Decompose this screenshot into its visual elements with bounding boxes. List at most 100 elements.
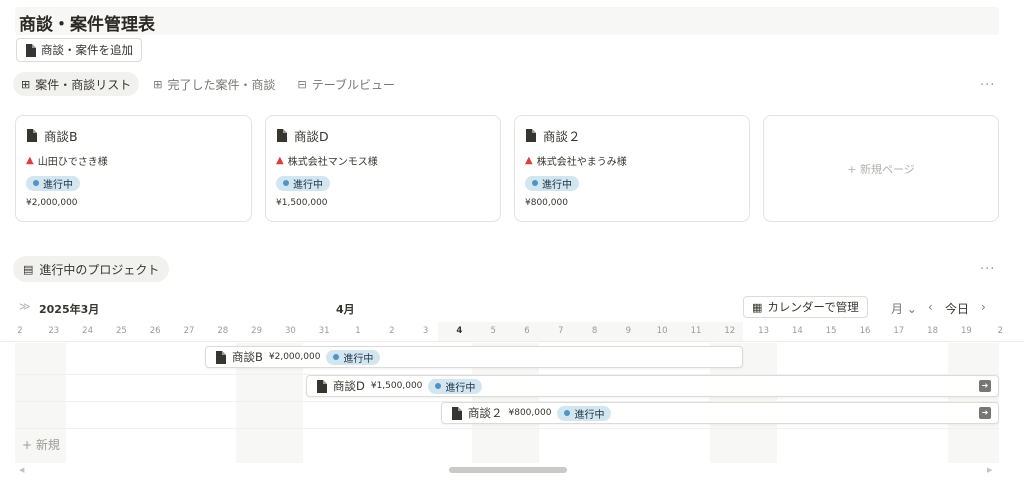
tab-deal-list[interactable]: ⊞ 案件・商談リスト (13, 72, 140, 96)
timeline-bar[interactable]: 商談２ ¥800,000 進行中 (441, 402, 999, 424)
add-deal-label: 商談・案件を追加 (41, 43, 133, 57)
calendar-manage-button[interactable]: ▦ カレンダーで管理 (743, 296, 868, 318)
card-amount: ¥800,000 (525, 198, 568, 208)
day-label: 29 (251, 326, 262, 336)
day-label: 23 (48, 326, 60, 336)
day-label: 8 (591, 326, 598, 336)
day-label: 27 (183, 326, 195, 336)
card-amount: ¥2,000,000 (26, 198, 78, 208)
tab-active-projects[interactable]: ▤ 進行中のプロジェクト (13, 256, 170, 282)
tab-label: 案件・商談リスト (35, 77, 132, 92)
more-options-icon[interactable]: ··· (980, 78, 995, 93)
day-label: 25 (115, 326, 127, 336)
page-title[interactable]: 商談・案件管理表 (19, 10, 155, 35)
bar-amount: ¥2,000,000 (268, 352, 321, 362)
day-label: 14 (791, 326, 803, 336)
day-label: 2 (997, 326, 1003, 336)
bar-amount: ¥1,500,000 (370, 381, 423, 391)
status-badge: 進行中 (276, 175, 330, 191)
day-label: 31 (318, 326, 330, 336)
timeline-header: ≫ 2025年3月 4月 ▦ カレンダーで管理 月 ⌄ ‹ 今日 › (15, 296, 999, 320)
day-label: 10 (656, 326, 668, 336)
bar-title: 商談B (232, 350, 263, 364)
document-icon (316, 379, 327, 393)
tab-label: 進行中のプロジェクト (39, 262, 160, 277)
day-label: 13 (758, 326, 769, 336)
scroll-thumb[interactable] (449, 467, 567, 473)
timeline-bar[interactable]: 商談D ¥1,500,000 進行中 (306, 375, 999, 397)
tab-label: 完了した案件・商談 (167, 77, 276, 92)
card-client: 株式会社やまうみ様 (536, 157, 627, 168)
day-label: 3 (422, 326, 429, 336)
day-label: 2 (17, 326, 23, 336)
add-deal-button[interactable]: 商談・案件を追加 (16, 38, 142, 62)
day-label: 7 (558, 326, 564, 336)
document-icon (276, 129, 287, 142)
day-label: 24 (82, 326, 93, 336)
day-label: 16 (859, 326, 871, 336)
status-badge: 進行中 (428, 378, 483, 394)
tab-label: テーブルビュー (311, 77, 395, 92)
month-label: 4月 (336, 303, 355, 316)
expand-arrows-icon[interactable]: ≫ (19, 300, 31, 313)
bar-title: 商談D (333, 379, 365, 393)
new-row-button[interactable]: + 新規 (22, 436, 60, 453)
day-label: 28 (217, 326, 229, 336)
tab-completed-deals[interactable]: ⊞ 完了した案件・商談 (145, 72, 283, 96)
more-options-icon[interactable]: ··· (980, 262, 995, 277)
day-label: 5 (490, 326, 496, 336)
deal-card[interactable]: 商談D ▲ 株式会社マンモス様 進行中 ¥1,500,000 (265, 115, 501, 222)
day-label: 9 (625, 326, 632, 336)
tab-table-view[interactable]: ⊟ テーブルビュー (289, 72, 403, 96)
deal-card[interactable]: 商談B ▲ 山田ひでさき様 進行中 ¥2,000,000 (15, 115, 252, 222)
scroll-left-icon[interactable]: ◀ (19, 466, 24, 474)
prev-arrow-icon[interactable]: ‹ (928, 300, 933, 314)
today-button[interactable]: 今日 (945, 300, 969, 317)
document-icon (25, 43, 36, 57)
view-tabs: ⊞ 案件・商談リスト ⊞ 完了した案件・商談 ⊟ テーブルビュー (13, 72, 403, 96)
card-amount: ¥1,500,000 (276, 198, 328, 208)
month-label: 2025年3月 (39, 303, 100, 316)
status-badge: 進行中 (525, 175, 579, 191)
day-label: 26 (149, 326, 161, 336)
day-label: 15 (825, 326, 837, 336)
person-icon: ▲ (276, 155, 284, 166)
grid-icon: ⊞ (153, 77, 163, 91)
day-label: 4 (456, 326, 463, 336)
day-label: 6 (524, 326, 530, 336)
status-badge: 進行中 (26, 175, 80, 191)
card-client: 山田ひでさき様 (37, 157, 108, 168)
scroll-right-icon[interactable]: ▶ (987, 466, 992, 474)
card-client: 株式会社マンモス様 (287, 157, 378, 168)
day-label: 1 (355, 326, 361, 336)
timeline-bar[interactable]: 商談B ¥2,000,000 進行中 (205, 346, 743, 368)
open-arrow-icon[interactable]: ➜ (979, 380, 991, 392)
horizontal-scrollbar[interactable]: ◀ ▶ (15, 466, 999, 474)
person-icon: ▲ (525, 155, 533, 166)
deal-card[interactable]: 商談２ ▲ 株式会社やまうみ様 進行中 ¥800,000 (514, 115, 750, 222)
grid-icon: ⊞ (21, 77, 31, 91)
new-page-card[interactable]: + 新規ページ (763, 115, 999, 222)
document-icon (525, 129, 536, 142)
page-header: 商談・案件管理表 (15, 7, 999, 35)
day-label: 19 (960, 326, 972, 336)
person-icon: ▲ (26, 155, 34, 166)
day-axis: 2 23 24 25 26 27 28 29 30 31 1 2 3 4 5 6 7 8 9 10 11 12 13 14 15… (0, 322, 1024, 342)
day-label: 30 (284, 326, 296, 336)
open-arrow-icon[interactable]: ➜ (979, 407, 991, 419)
scale-select[interactable]: 月 ⌄ (891, 300, 917, 317)
bar-amount: ¥800,000 (508, 408, 552, 418)
day-label: 17 (893, 326, 905, 336)
day-label: 18 (927, 326, 938, 336)
table-icon: ⊟ (297, 77, 307, 91)
timeline-icon: ▤ (23, 262, 34, 276)
bar-title: 商談２ (468, 406, 503, 420)
next-arrow-icon[interactable]: › (981, 300, 986, 314)
document-icon (26, 129, 37, 142)
document-icon (451, 406, 462, 420)
status-badge: 進行中 (557, 405, 612, 421)
card-title: 商談２ (543, 129, 581, 144)
card-title: 商談D (294, 129, 329, 144)
card-title: 商談B (44, 129, 78, 144)
calendar-icon: ▦ (752, 300, 763, 314)
